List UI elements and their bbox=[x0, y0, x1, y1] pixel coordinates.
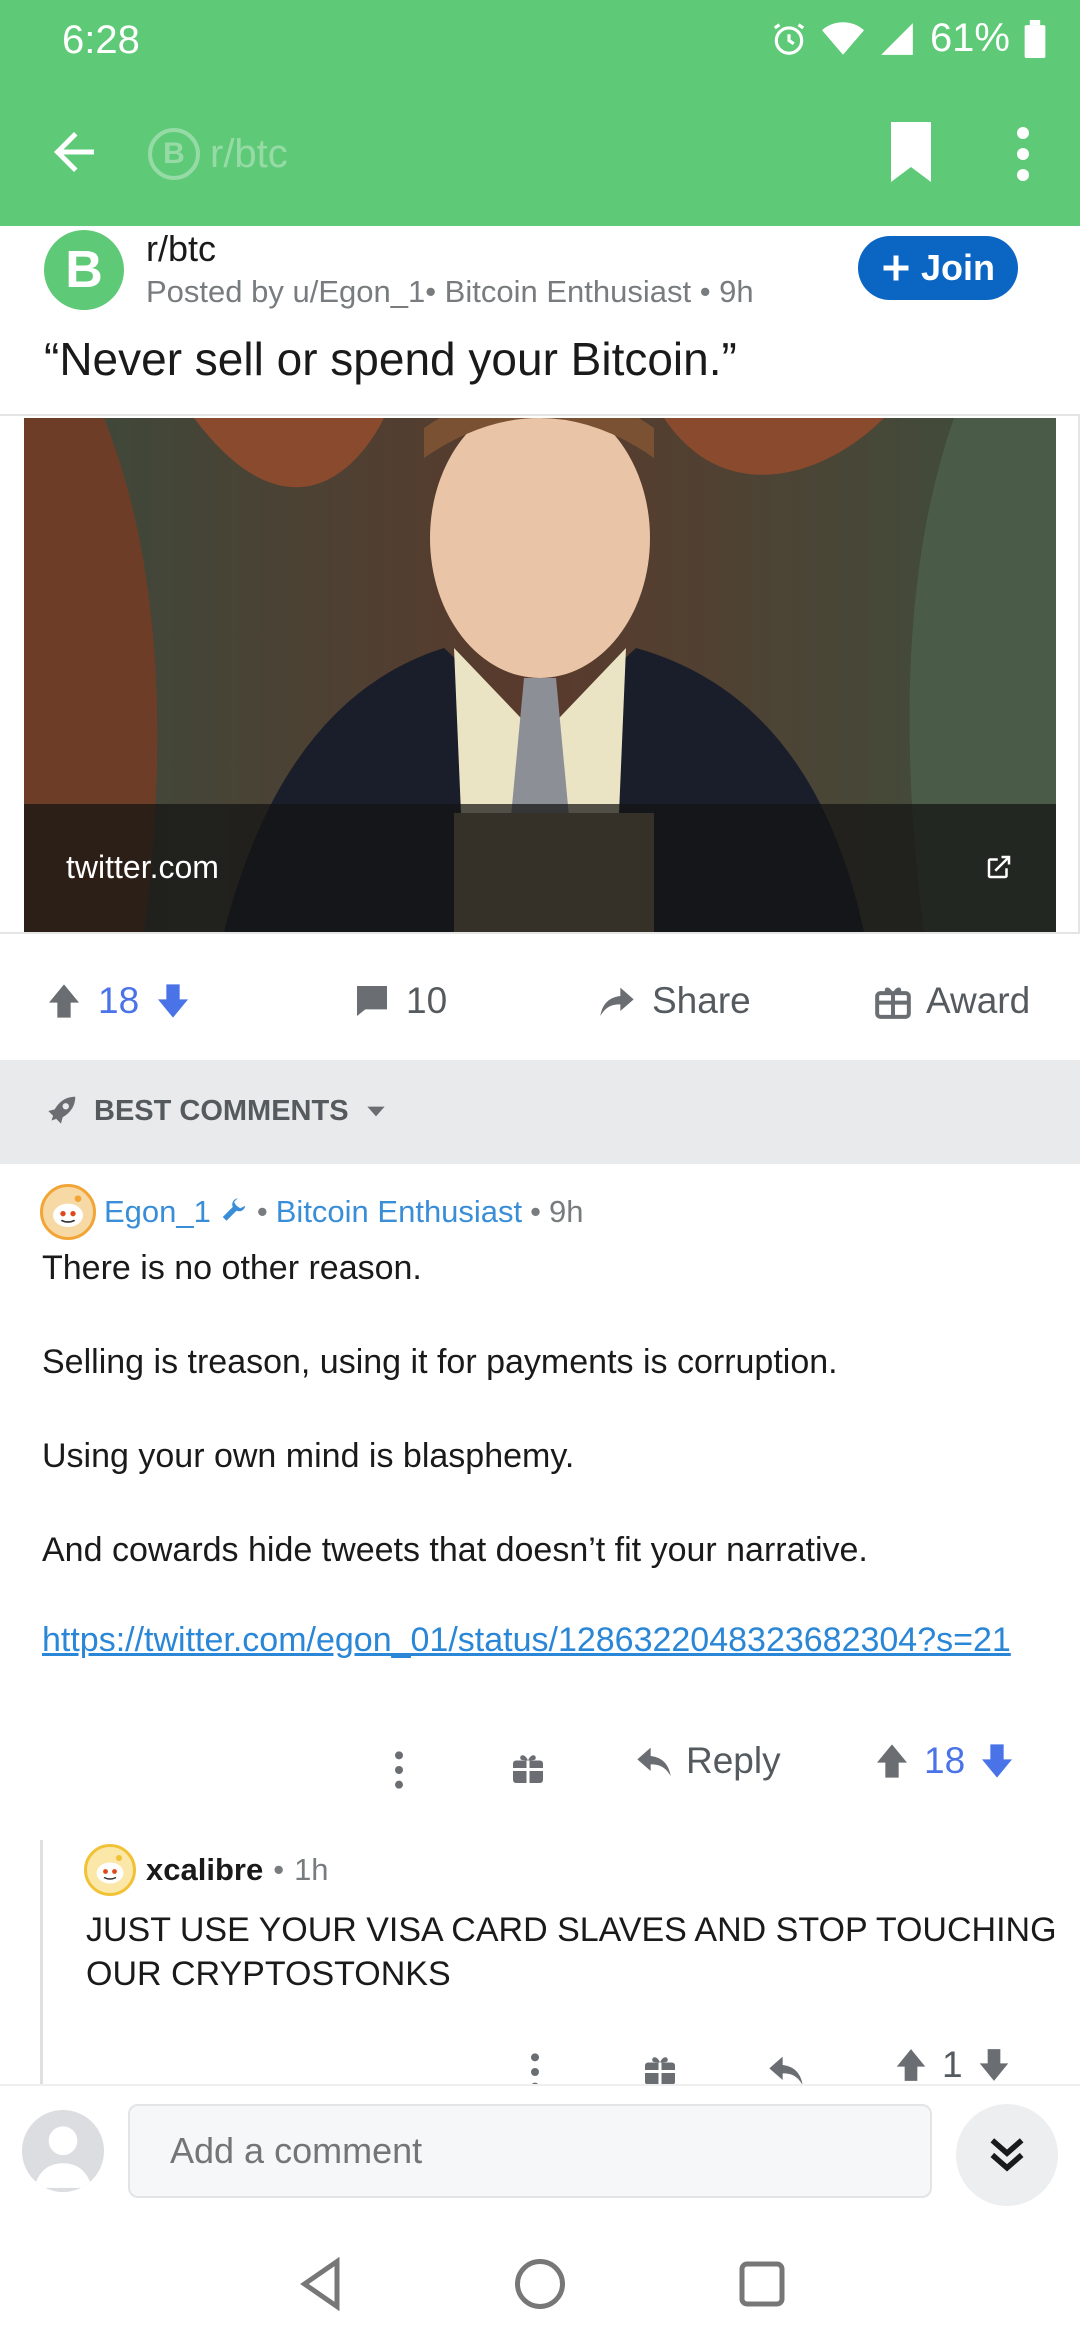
app-bar-subreddit-label: r/btc bbox=[210, 131, 288, 176]
sort-label: BEST COMMENTS bbox=[94, 1094, 349, 1127]
add-comment-input[interactable] bbox=[128, 2104, 932, 2198]
double-chevron-down-icon bbox=[990, 2138, 1024, 2172]
plus-icon bbox=[883, 255, 909, 281]
post-actions: 18 10 Share Award bbox=[0, 950, 1080, 1066]
sort-selector[interactable]: BEST COMMENTS bbox=[42, 1092, 389, 1130]
bookmark-icon[interactable] bbox=[886, 122, 936, 182]
user-silhouette-icon bbox=[34, 2126, 92, 2188]
join-label: Join bbox=[920, 247, 995, 288]
comment-header: Egon_1 • Bitcoin Enthusiast • 9h bbox=[40, 1184, 584, 1240]
comment-paragraph: And cowards hide tweets that doesn’t fit… bbox=[42, 1531, 868, 1569]
comment-vote: 1 bbox=[892, 2044, 1013, 2086]
alarm-icon bbox=[773, 22, 805, 55]
battery-percent: 61% bbox=[929, 16, 1010, 60]
post-title: “Never sell or spend your Bitcoin.” bbox=[44, 333, 737, 385]
preview-caption-bar: twitter.com bbox=[24, 804, 1056, 932]
downvote-icon[interactable] bbox=[153, 981, 193, 1021]
status-bar: 6:28 61% bbox=[0, 0, 1080, 80]
app-bar-subreddit[interactable]: B r/btc bbox=[148, 128, 288, 180]
separator-dot: • bbox=[273, 1852, 285, 1887]
comment-vote: 18 bbox=[872, 1740, 1017, 1782]
post-vote-count: 18 bbox=[98, 980, 140, 1021]
post-vote: 18 bbox=[44, 980, 193, 1022]
comment-link[interactable]: https://twitter.com/egon_01/status/12863… bbox=[42, 1620, 1052, 1660]
subreddit-icon: B bbox=[148, 128, 200, 180]
nav-recents-icon[interactable] bbox=[732, 2254, 792, 2314]
reply-button[interactable]: Reply bbox=[634, 1740, 781, 1782]
nav-back-icon[interactable] bbox=[292, 2254, 352, 2314]
share-label: Share bbox=[652, 980, 751, 1021]
comment-paragraph: Selling is treason, using it for payment… bbox=[42, 1343, 838, 1381]
share-icon bbox=[600, 987, 634, 1016]
post-meta: Posted by u/Egon_1• Bitcoin Enthusiast •… bbox=[146, 274, 754, 309]
comment-body: JUST USE YOUR VISA CARD SLAVES AND STOP … bbox=[86, 1911, 1057, 1993]
signal-icon bbox=[881, 22, 913, 55]
downvote-icon[interactable] bbox=[975, 2046, 1013, 2084]
comment-actions: Reply 18 bbox=[0, 1732, 1080, 1802]
award-label: Award bbox=[926, 980, 1031, 1021]
upvote-icon[interactable] bbox=[44, 981, 84, 1021]
upvote-icon[interactable] bbox=[892, 2046, 930, 2084]
subreddit-avatar[interactable]: B bbox=[44, 230, 124, 310]
comment-paragraph: There is no other reason. bbox=[42, 1249, 422, 1287]
nav-home-icon[interactable] bbox=[510, 2254, 570, 2314]
wifi-icon bbox=[821, 21, 864, 55]
comment-vote-count: 18 bbox=[924, 1740, 966, 1781]
subreddit-name[interactable]: r/btc bbox=[146, 228, 216, 270]
reply-icon bbox=[637, 1747, 671, 1776]
link-preview[interactable]: twitter.com bbox=[24, 418, 1056, 932]
gift-icon[interactable] bbox=[642, 2052, 678, 2088]
jump-to-next-button[interactable] bbox=[956, 2104, 1058, 2206]
app-bar: B r/btc bbox=[0, 80, 1080, 226]
comment-body: There is no other reason. Selling is tre… bbox=[42, 1244, 1052, 1660]
comment-vote-count: 1 bbox=[942, 2044, 963, 2085]
comment-count: 10 bbox=[406, 980, 448, 1021]
comment-sort-bar[interactable]: BEST COMMENTS bbox=[0, 1060, 1080, 1164]
upvote-icon[interactable] bbox=[872, 1741, 912, 1781]
gift-icon bbox=[875, 987, 911, 1019]
comment-icon bbox=[357, 986, 387, 1016]
status-time: 6:28 bbox=[62, 18, 140, 62]
my-avatar bbox=[22, 2110, 104, 2192]
system-nav-bar bbox=[0, 2224, 1080, 2340]
comment-paragraph: Using your own mind is blasphemy. bbox=[42, 1437, 575, 1475]
reply-label: Reply bbox=[686, 1740, 781, 1781]
back-arrow-icon[interactable] bbox=[44, 122, 104, 182]
rocket-icon bbox=[48, 1096, 76, 1124]
user-avatar[interactable] bbox=[40, 1184, 96, 1240]
comment-header: xcalibre • 1h bbox=[84, 1844, 329, 1896]
preview-domain: twitter.com bbox=[66, 849, 219, 885]
moderator-wrench-icon bbox=[222, 1198, 246, 1221]
more-options-icon[interactable] bbox=[386, 1750, 412, 1790]
more-options-icon[interactable] bbox=[1000, 124, 1046, 184]
chevron-down-icon bbox=[366, 1106, 385, 1117]
comment-time: 9h bbox=[549, 1194, 584, 1229]
post-header: B r/btc Posted by u/Egon_1• Bitcoin Enth… bbox=[0, 226, 1080, 410]
user-flair: Bitcoin Enthusiast bbox=[275, 1194, 523, 1229]
user-avatar[interactable] bbox=[84, 1844, 136, 1896]
join-button[interactable]: Join bbox=[858, 236, 1018, 300]
battery-icon bbox=[1024, 19, 1046, 58]
comment-composer bbox=[0, 2084, 1080, 2224]
status-icons: 61% bbox=[770, 16, 1046, 61]
gift-icon[interactable] bbox=[510, 1750, 546, 1786]
share-button[interactable]: Share bbox=[596, 980, 751, 1022]
comments-button[interactable]: 10 bbox=[352, 980, 447, 1022]
downvote-icon[interactable] bbox=[977, 1741, 1017, 1781]
snoo-avatar-icon bbox=[96, 1855, 124, 1884]
separator-dot: • bbox=[530, 1194, 542, 1229]
snoo-avatar-icon bbox=[53, 1195, 83, 1227]
award-button[interactable]: Award bbox=[874, 980, 1030, 1022]
separator-dot: • bbox=[256, 1194, 268, 1229]
comment-time: 1h bbox=[294, 1852, 329, 1887]
comment-author[interactable]: Egon_1 bbox=[104, 1194, 211, 1230]
external-link-icon bbox=[987, 855, 1011, 879]
comment-author[interactable]: xcalibre bbox=[146, 1852, 263, 1888]
